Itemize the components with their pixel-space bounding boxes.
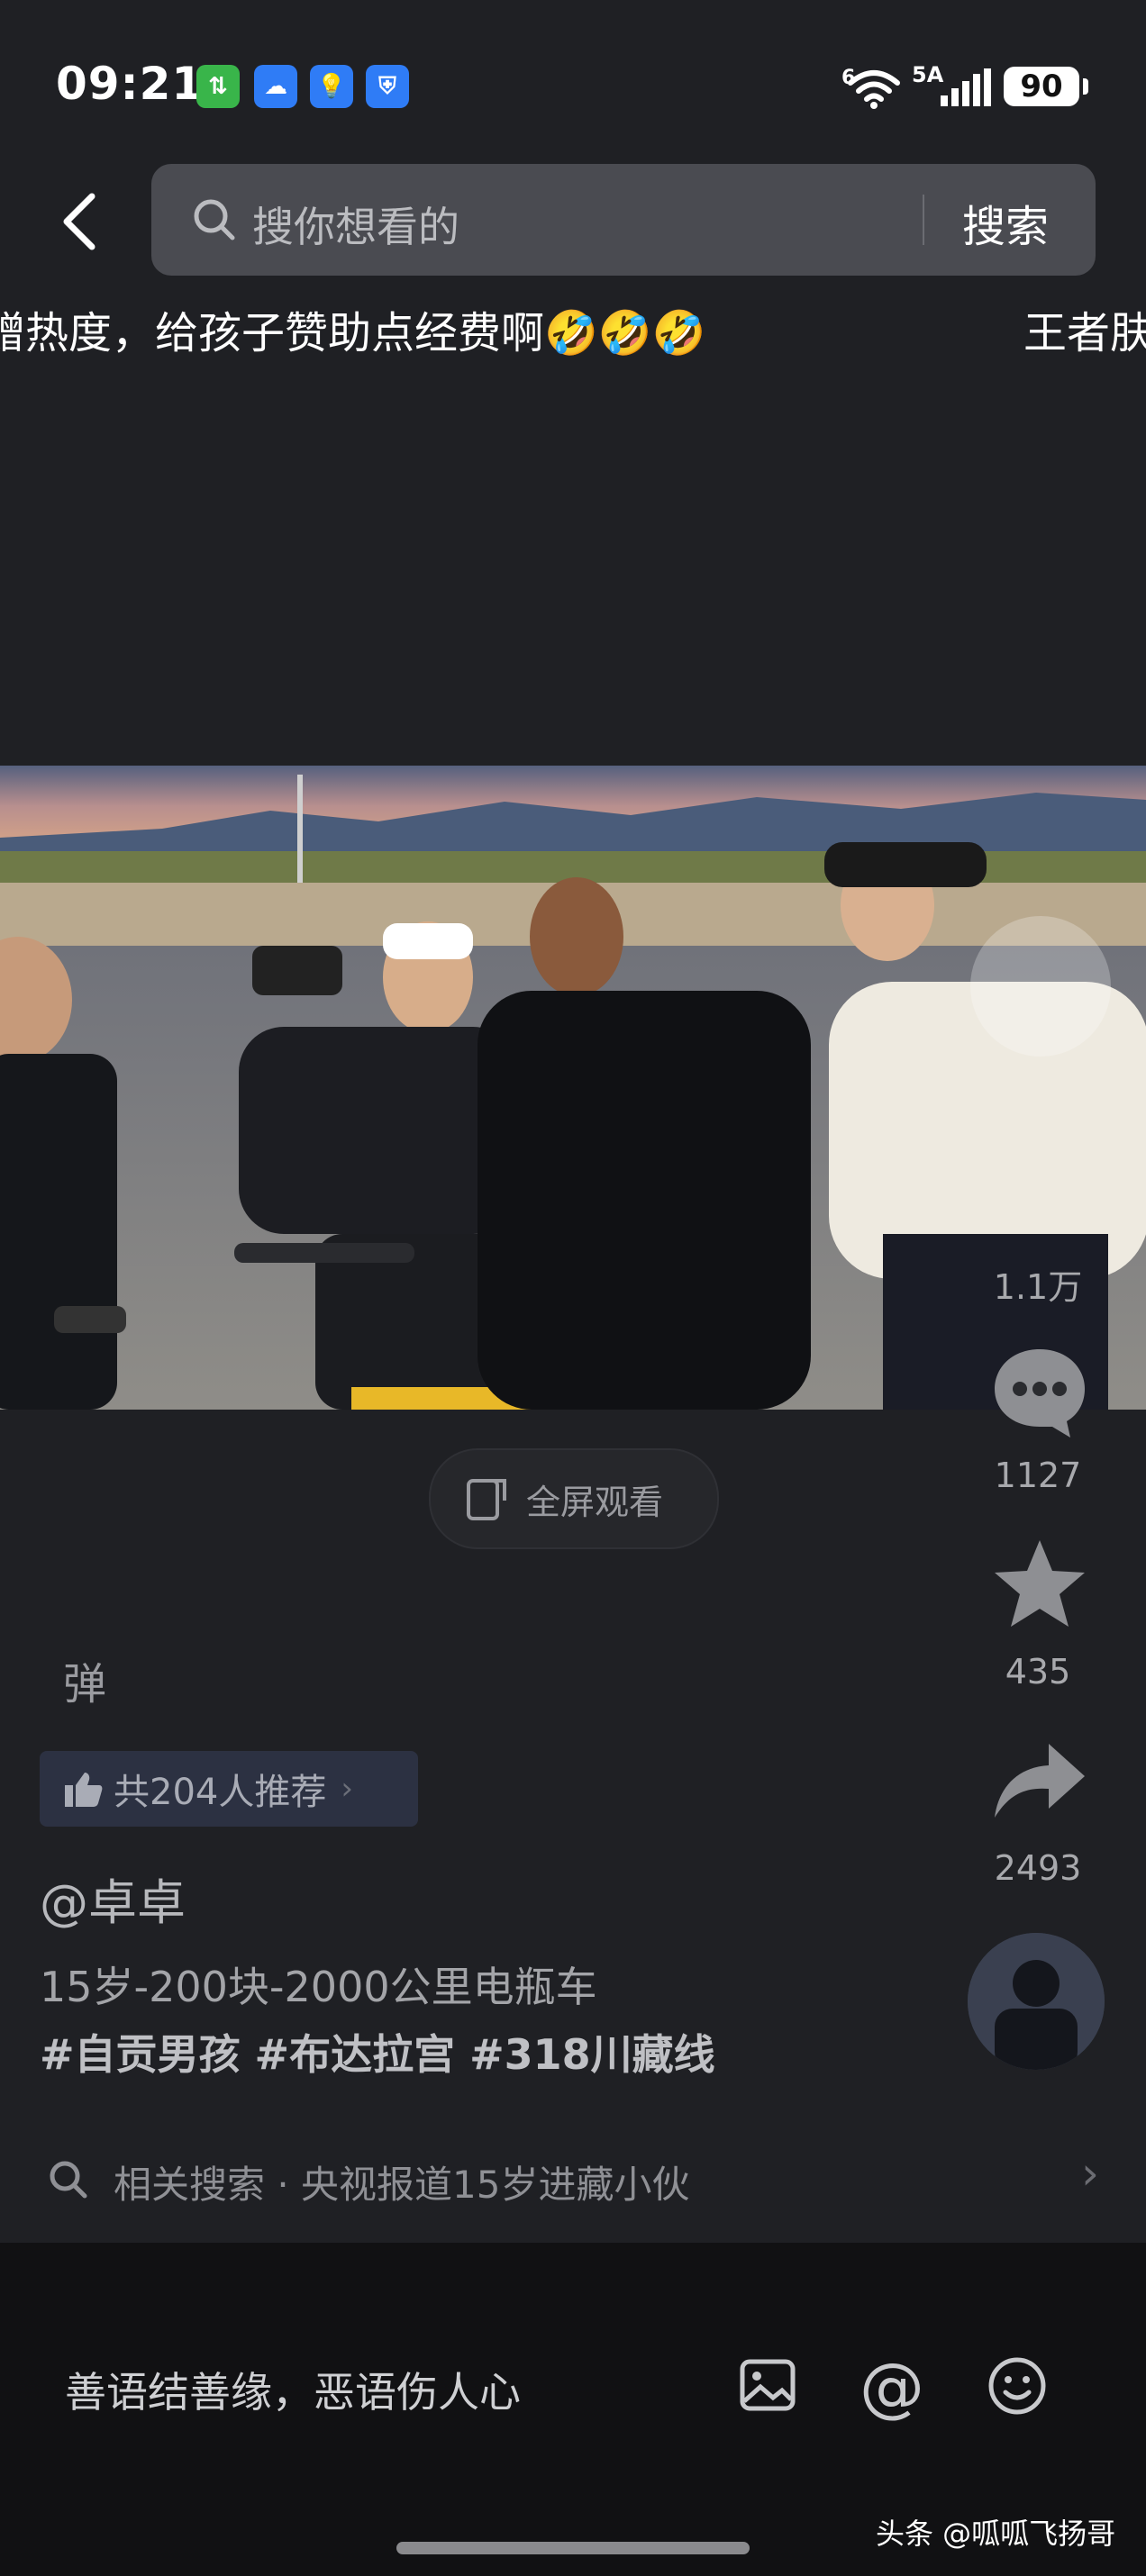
- danmaku-comment: 赠热度，给孩子赞助点经费啊🤣🤣🤣: [0, 308, 706, 358]
- comment-button[interactable]: [989, 1342, 1090, 1445]
- wifi-label: 6: [841, 67, 856, 89]
- full-screen-label: 全屏观看: [526, 1482, 664, 1522]
- comment-input[interactable]: 善语结善缘，恶语伤人心: [65, 2360, 521, 2419]
- search-bar[interactable]: 搜你想看的 搜索: [151, 164, 1096, 276]
- emoji-icon: [988, 2357, 1046, 2415]
- search-icon: [194, 199, 235, 240]
- comment-bubble-icon: [995, 1349, 1085, 1438]
- danmaku-comment: 王者肤: [1023, 308, 1146, 358]
- image-picker-button[interactable]: [737, 2354, 798, 2419]
- watermark: 头条 @呱呱飞扬哥: [876, 2517, 1116, 2551]
- chevron-right-icon: ›: [1081, 2147, 1099, 2200]
- related-search-bar[interactable]: 相关搜索 · 央视报道15岁进藏小伙 ›: [0, 2131, 1146, 2228]
- battery-indicator: 90: [1004, 67, 1088, 106]
- image-icon: [740, 2359, 796, 2411]
- like-count: 1.1万: [993, 1267, 1083, 1307]
- data-usage-icon: ⇅: [196, 65, 240, 108]
- full-screen-icon: [467, 1479, 506, 1520]
- recommend-pill[interactable]: 共204人推荐 ›: [40, 1751, 418, 1827]
- author-avatar[interactable]: [968, 1933, 1105, 2070]
- share-button[interactable]: [989, 1738, 1090, 1828]
- comment-count: 1127: [994, 1456, 1082, 1495]
- star-icon: [995, 1540, 1085, 1627]
- chevron-left-icon: [63, 193, 96, 250]
- related-search-label: 相关搜索 · 央视报道15岁进藏小伙: [114, 2163, 690, 2207]
- status-time: 09:21: [56, 58, 205, 110]
- hashtag-list[interactable]: #自贡男孩 #布达拉宫 #318川藏线: [40, 2022, 715, 2082]
- back-button[interactable]: [54, 180, 108, 261]
- mention-button[interactable]: @: [860, 2349, 924, 2425]
- search-icon: [50, 2161, 87, 2199]
- cell-signal-icon: [939, 68, 995, 110]
- thumbs-up-icon: [65, 1773, 103, 1807]
- favorite-count: 435: [1005, 1652, 1071, 1692]
- search-input[interactable]: 搜你想看的: [252, 195, 459, 254]
- lightbulb-icon: 💡: [310, 65, 353, 108]
- chevron-right-icon: ›: [341, 1771, 353, 1807]
- shield-icon: ⛨: [366, 65, 409, 108]
- video-player[interactable]: [0, 766, 1146, 1410]
- recommend-label: 共204人推荐: [114, 1772, 327, 1813]
- home-indicator[interactable]: [396, 2542, 750, 2554]
- search-divider: [923, 195, 924, 245]
- share-count: 2493: [994, 1848, 1082, 1888]
- status-bar: 09:21 ⇅ ☁ 💡 ⛨ 6 5A 90: [0, 0, 1146, 162]
- emoji-button[interactable]: [986, 2354, 1049, 2421]
- danmaku-toggle[interactable]: 弹: [63, 1648, 106, 1711]
- share-arrow-icon: [995, 1744, 1085, 1818]
- video-title: 15岁-200块-2000公里电瓶车: [40, 1963, 597, 2011]
- cloud-icon: ☁: [254, 65, 297, 108]
- favorite-button[interactable]: [989, 1537, 1090, 1637]
- full-screen-button[interactable]: 全屏观看: [429, 1448, 719, 1549]
- author-name[interactable]: @卓卓: [40, 1863, 186, 1934]
- search-button[interactable]: 搜索: [962, 191, 1049, 254]
